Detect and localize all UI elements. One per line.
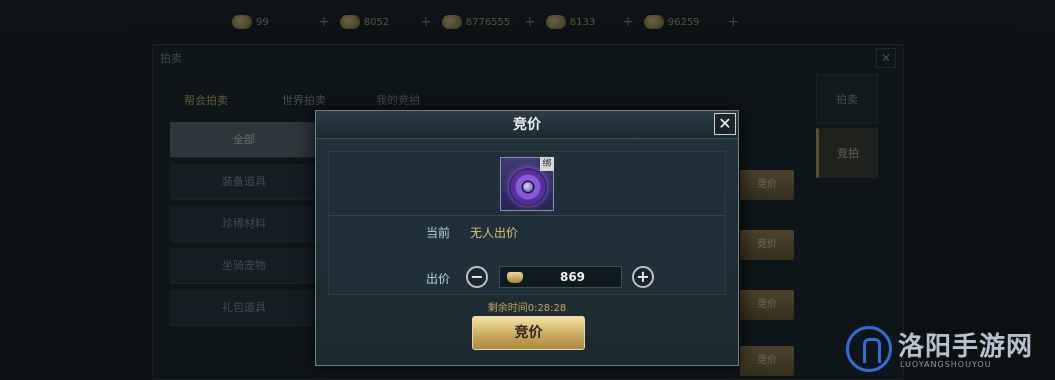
coin-icon [643,15,664,29]
close-icon[interactable]: ✕ [714,113,736,135]
watermark-subtitle: LUOYANGSHOUYOU [900,360,992,369]
bid-amount-field[interactable]: 869 [499,266,622,288]
coin-icon [232,15,252,29]
plus-icon[interactable]: + [622,14,634,30]
watermark-logo-icon [846,326,892,372]
currency-amount: 8052 [363,16,390,28]
close-icon[interactable]: ✕ [876,48,896,68]
currency-amount: 99 [256,16,269,28]
currency-1: 99 [232,11,269,33]
bid-dialog: 竞价 ✕ 绑 当前 无人出价 出价 − 869 + 剩余时间0:28:28 竞价 [315,110,739,366]
purple-orb-icon [509,168,547,206]
watermark: 洛阳手游网 LUOYANGSHOUYOU [846,322,1051,378]
bind-tag: 绑 [540,157,554,171]
nav-item-materials[interactable]: 珍稀材料 [170,206,318,242]
current-value: 无人出价 [470,226,519,240]
bid-label: 出价 [426,272,451,286]
currency-amount: 96259 [667,16,700,28]
tab-my-bids[interactable]: 我的竞拍 [376,92,420,108]
bid-amount-value: 869 [559,270,586,284]
currency-amount: 8133 [569,16,596,28]
side-tab-bidding[interactable]: 竞拍 [816,128,878,178]
coin-icon [441,15,462,29]
coin-icon [339,15,360,29]
currency-5: + 96259 + [622,11,745,33]
plus-icon[interactable]: + [524,14,536,30]
item-slot[interactable]: 绑 [500,157,554,211]
row-bid-button[interactable]: 竞价 [740,230,794,260]
watermark-title: 洛阳手游网 [898,332,1034,362]
row-bid-button[interactable]: 竞价 [740,290,794,320]
side-tab-auction[interactable]: 拍卖 [816,74,878,124]
plus-button[interactable]: + [632,266,654,288]
nav-item-all[interactable]: 全部 [170,122,318,158]
bid-button[interactable]: 竞价 [472,316,585,350]
minus-button[interactable]: − [466,266,488,288]
nav-item-equipment[interactable]: 装备道具 [170,164,318,200]
tab-guild-auction[interactable]: 帮会拍卖 [184,92,228,108]
plus-icon[interactable]: + [420,14,432,30]
row-bid-button[interactable]: 竞价 [740,346,794,376]
remaining-time: 剩余时间0:28:28 [487,303,567,314]
currency-bar: 99 + 8052 + 8776555 + 8133 + 96259 + [0,0,1055,44]
currency-3: + 8776555 [420,11,510,33]
nav-item-mounts[interactable]: 坐骑宠物 [170,248,318,284]
plus-icon[interactable]: + [318,14,330,30]
dialog-title: 竞价 [513,117,541,133]
currency-amount: 8776555 [465,16,511,28]
row-bid-button[interactable]: 竞价 [740,170,794,200]
nav-item-gifts[interactable]: 礼包道具 [170,290,318,326]
auction-window-title: 拍卖 [160,52,182,65]
currency-2: + 8052 [318,11,389,33]
currency-4: + 8133 [524,11,595,33]
coin-icon [545,15,566,29]
tab-world-auction[interactable]: 世界拍卖 [282,92,326,108]
divider [328,215,726,216]
plus-icon[interactable]: + [728,14,740,30]
current-label: 当前 [426,226,451,240]
gold-ingot-icon [507,272,523,283]
